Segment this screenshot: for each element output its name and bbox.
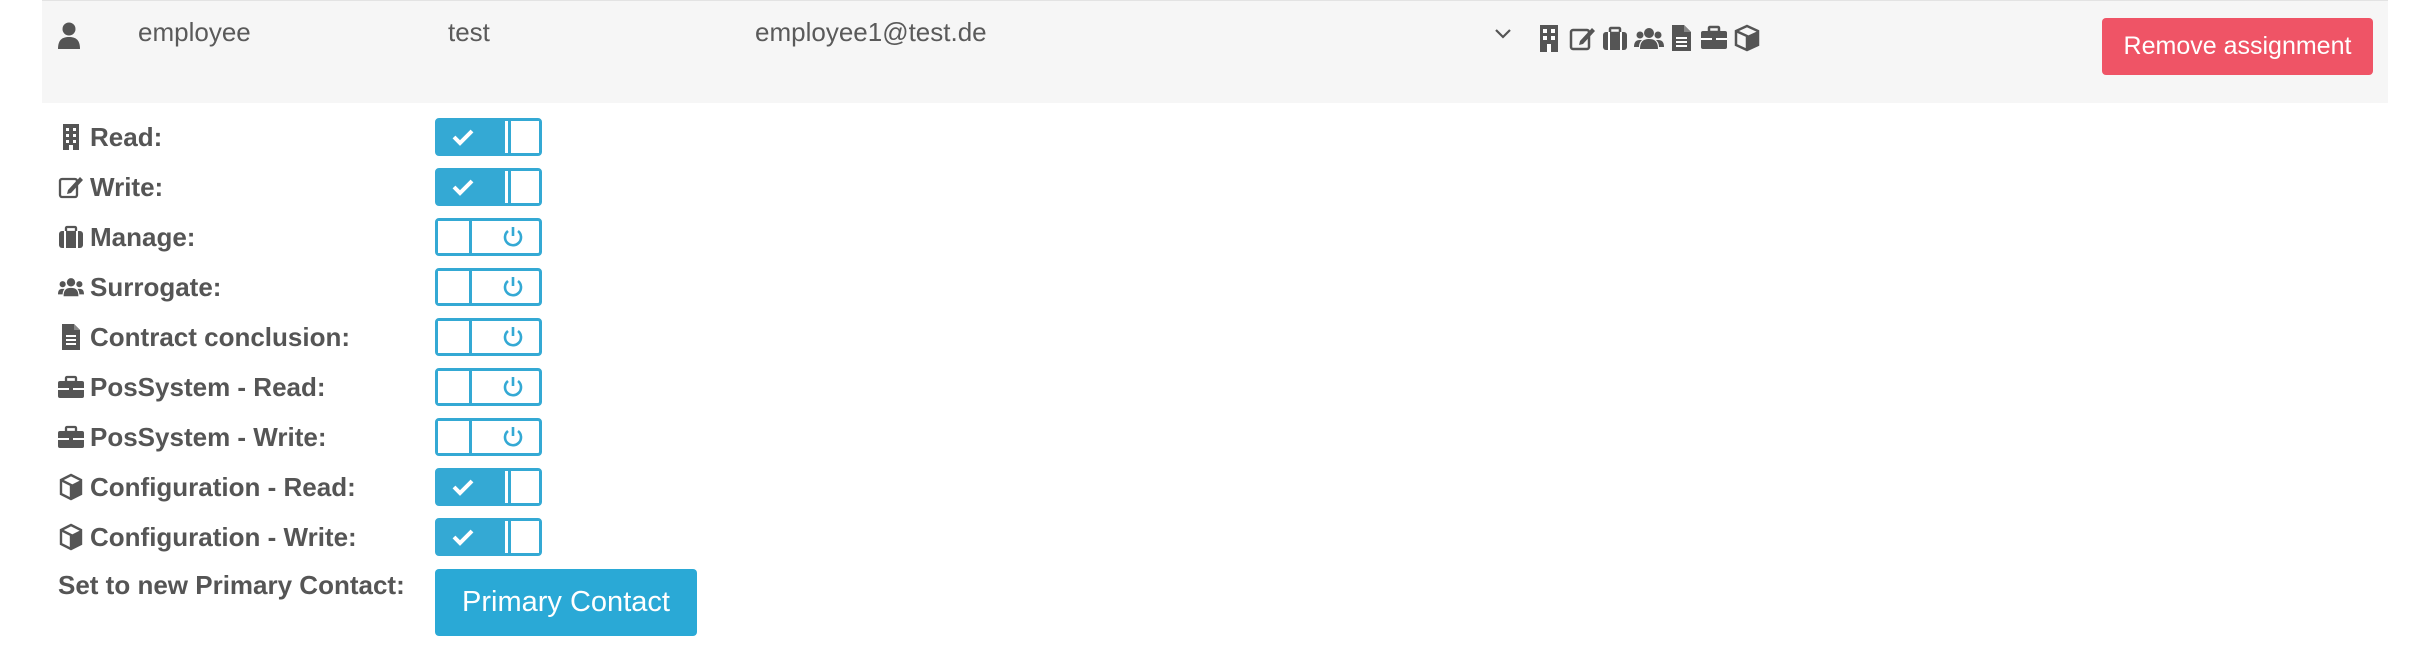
permission-label: Read:: [90, 122, 163, 152]
user-icon: [58, 22, 80, 49]
primary-contact-label: Set to new Primary Contact:: [58, 570, 405, 600]
permission-label: PosSystem - Read:: [90, 372, 326, 402]
permission-label: Configuration - Read:: [90, 472, 356, 502]
cube-icon: [1733, 23, 1761, 53]
configuration-read-toggle[interactable]: [435, 468, 542, 506]
last-name: test: [448, 17, 490, 47]
check-icon: [452, 479, 474, 496]
suitcase-icon: [1601, 23, 1629, 53]
permission-summary-icons: [1535, 23, 1761, 53]
power-icon: [503, 327, 523, 347]
permission-label: Surrogate:: [90, 272, 222, 302]
contract-conclusion-toggle[interactable]: [435, 318, 542, 356]
email: employee1@test.de: [755, 17, 987, 47]
power-icon: [503, 377, 523, 397]
users-icon: [1634, 23, 1664, 53]
edit-icon: [1568, 23, 1596, 53]
briefcase-icon: [58, 425, 84, 448]
power-icon: [503, 277, 523, 297]
power-icon: [503, 227, 523, 247]
file-icon: [1667, 23, 1695, 53]
read-toggle[interactable]: [435, 118, 542, 156]
cube-icon: [59, 473, 83, 501]
power-icon: [503, 427, 523, 447]
primary-contact-button[interactable]: Primary Contact: [435, 569, 697, 636]
permission-label: PosSystem - Write:: [90, 422, 327, 452]
check-icon: [452, 129, 474, 146]
file-icon: [62, 324, 80, 350]
write-toggle[interactable]: [435, 168, 542, 206]
permission-label: Contract conclusion:: [90, 322, 351, 352]
permission-label: Write:: [90, 172, 164, 202]
check-icon: [452, 179, 474, 196]
permission-label: Configuration - Write:: [90, 522, 357, 552]
remove-assignment-button[interactable]: Remove assignment: [2102, 18, 2373, 75]
surrogate-toggle[interactable]: [435, 268, 542, 306]
permission-label: Manage:: [90, 222, 196, 252]
suitcase-icon: [59, 225, 83, 248]
building-icon: [63, 124, 79, 150]
check-icon: [452, 529, 474, 546]
cube-icon: [59, 523, 83, 551]
users-icon: [58, 278, 84, 297]
possystem-read-toggle[interactable]: [435, 368, 542, 406]
edit-icon: [58, 177, 83, 199]
briefcase-icon: [1700, 23, 1728, 53]
building-icon: [1535, 23, 1563, 53]
briefcase-icon: [58, 375, 84, 398]
manage-toggle[interactable]: [435, 218, 542, 256]
chevron-down-icon[interactable]: [1494, 27, 1512, 41]
assignment-row: employee test employee1@test.de Remove a…: [42, 0, 2388, 103]
first-name: employee: [138, 17, 251, 47]
possystem-write-toggle[interactable]: [435, 418, 542, 456]
configuration-write-toggle[interactable]: [435, 518, 542, 556]
